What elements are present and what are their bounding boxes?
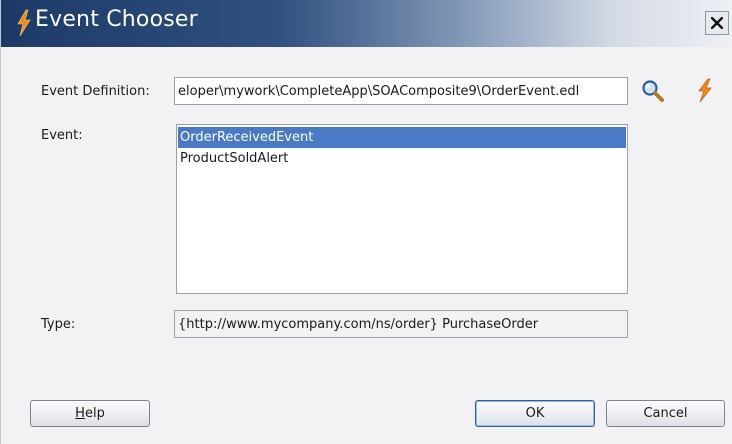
cancel-label: Cancel [643, 406, 688, 421]
type-label: Type: [41, 317, 76, 332]
event-definition-field[interactable]: eloper\mywork\CompleteApp\SOAComposite9\… [174, 77, 628, 105]
close-button[interactable] [705, 11, 729, 35]
list-item[interactable]: ProductSoldAlert [178, 148, 626, 169]
list-item[interactable]: OrderReceivedEvent [178, 127, 626, 148]
event-definition-value: eloper\mywork\CompleteApp\SOAComposite9\… [178, 84, 580, 99]
ok-label: OK [525, 406, 545, 421]
help-mnemonic: H [75, 406, 85, 421]
title-bar[interactable]: Event Chooser [1, 0, 732, 47]
event-chooser-dialog: Event Chooser Event Definition: eloper\m… [0, 0, 732, 444]
help-button[interactable]: Help [30, 400, 150, 427]
ok-button[interactable]: OK [475, 400, 595, 427]
lightning-bolt-icon[interactable] [692, 77, 718, 103]
lightning-bolt-icon [15, 9, 33, 37]
type-value: {http://www.mycompany.com/ns/order} Purc… [178, 317, 539, 332]
event-list[interactable]: OrderReceivedEvent ProductSoldAlert [176, 124, 628, 294]
dialog-title: Event Chooser [35, 7, 198, 32]
event-definition-label: Event Definition: [41, 84, 150, 99]
search-icon[interactable] [640, 78, 666, 104]
event-label: Event: [41, 128, 83, 143]
cancel-button[interactable]: Cancel [606, 400, 725, 427]
close-icon [711, 17, 723, 29]
type-field[interactable]: {http://www.mycompany.com/ns/order} Purc… [174, 310, 628, 338]
help-label-rest: elp [84, 406, 105, 421]
